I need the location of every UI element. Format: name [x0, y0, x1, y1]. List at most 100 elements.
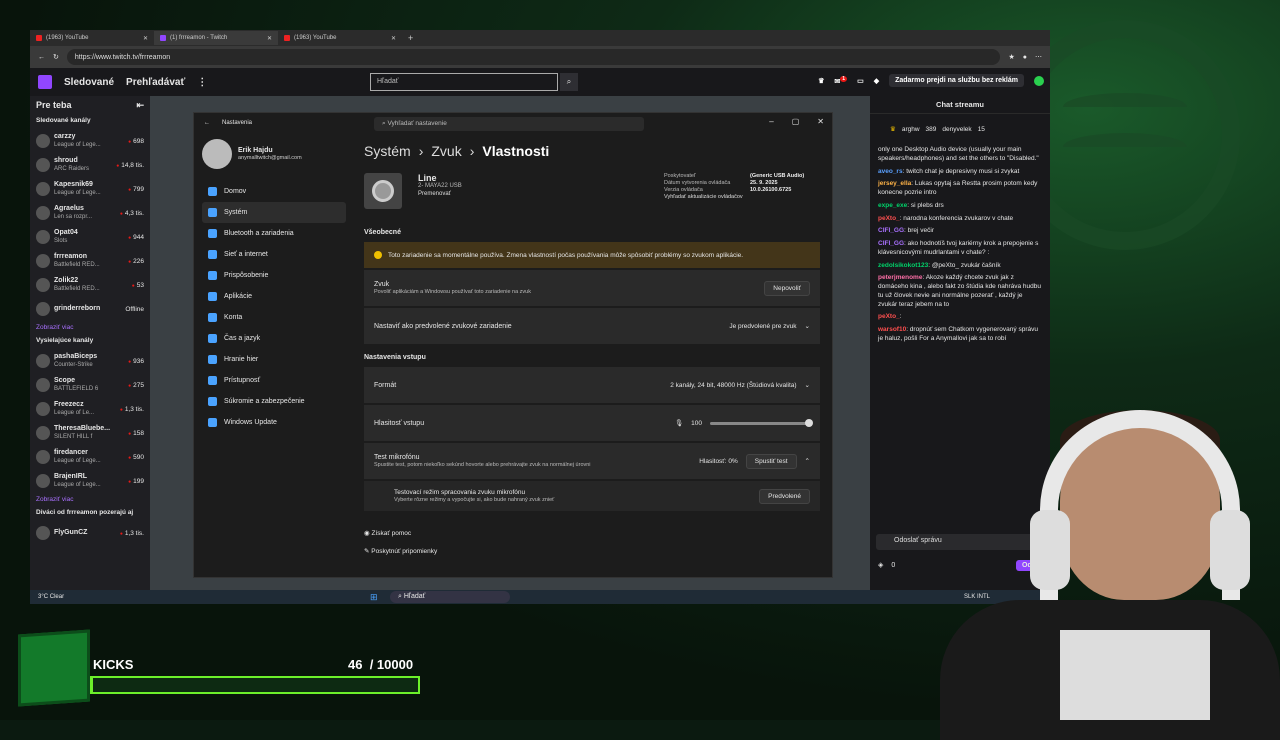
- chat-text: : @peXto_ zvukár čašník: [928, 261, 1001, 269]
- chat-username[interactable]: zedolsikokot123: [878, 262, 928, 269]
- sidebar-channel[interactable]: Opat04Slots 944: [36, 225, 144, 249]
- avatar[interactable]: [1034, 75, 1044, 86]
- browser-tab[interactable]: (1963) YouTube ✕: [278, 31, 402, 45]
- show-more-link[interactable]: Zobraziť viac: [36, 324, 144, 331]
- chevron-up-icon[interactable]: ⌃: [805, 457, 810, 465]
- browser-tab[interactable]: (1963) YouTube ✕: [30, 31, 154, 45]
- nav-label: Systém: [224, 209, 248, 216]
- points-icon[interactable]: ◈: [878, 561, 883, 569]
- sidebar-channel[interactable]: Kapesnik69League of Lege... 799: [36, 177, 144, 201]
- format-select[interactable]: 2 kanály, 24 bit, 48000 Hz (Štúdiová kva…: [670, 382, 796, 389]
- settings-nav-item[interactable]: Bluetooth a zariadenia: [202, 223, 346, 244]
- sidebar-channel[interactable]: firedancerLeague of Lege... 590: [36, 445, 144, 469]
- channel-name: shroud: [54, 157, 78, 165]
- sidebar-channel[interactable]: ScopeBATTLEFIELD 6 275: [36, 373, 144, 397]
- back-icon[interactable]: ←: [38, 54, 45, 61]
- minimize-icon[interactable]: –: [769, 117, 773, 126]
- collapse-icon[interactable]: ⇤: [136, 100, 144, 111]
- settings-nav-item[interactable]: Konta: [202, 307, 346, 328]
- sidebar-channel[interactable]: carzzyLeague of Lege... 698: [36, 129, 144, 153]
- gifter[interactable]: arghw: [902, 126, 920, 133]
- twitch-search-input[interactable]: Hľadať: [370, 73, 558, 91]
- crumb-sound[interactable]: Zvuk: [431, 143, 461, 159]
- chat-username[interactable]: peterjmenome: [878, 274, 922, 281]
- gifter[interactable]: denyvelek: [942, 126, 971, 133]
- nav-following[interactable]: Sledované: [64, 77, 114, 88]
- chat-username[interactable]: peXto_: [878, 215, 900, 222]
- browser-tab-active[interactable]: (1) frrreamon - Twitch ✕: [154, 31, 278, 45]
- menu-icon[interactable]: ⋯: [1035, 53, 1042, 61]
- default-select[interactable]: Je predvolené pre zvuk: [729, 323, 796, 330]
- windows-start-icon[interactable]: ⊞: [370, 592, 378, 603]
- settings-nav-item[interactable]: Domov: [202, 181, 346, 202]
- chat-username[interactable]: jersey_ella: [878, 180, 911, 187]
- chat-username[interactable]: expe_exe: [878, 202, 907, 209]
- chat-username[interactable]: CIFI_GG: [878, 240, 904, 247]
- twitch-logo-icon[interactable]: [38, 75, 52, 89]
- microphone-icon: 🎙: [674, 420, 684, 427]
- reload-icon[interactable]: ↻: [53, 53, 59, 61]
- maximize-icon[interactable]: ▢: [792, 117, 800, 126]
- sidebar-channel[interactable]: frrreamonBattlefield RED... 226: [36, 249, 144, 273]
- settings-nav-item[interactable]: Sieť a internet: [202, 244, 346, 265]
- settings-nav-item[interactable]: Windows Update: [202, 412, 346, 433]
- language-indicator[interactable]: SLK INTL: [964, 594, 990, 600]
- sidebar-channel[interactable]: AgraelusLen sa rozpr... 4,3 tis.: [36, 201, 144, 225]
- sidebar-channel[interactable]: pashaBicepsCounter-Strike 936: [36, 349, 144, 373]
- show-more-link[interactable]: Zobraziť viac: [36, 496, 144, 503]
- chat-username[interactable]: peXto_: [878, 313, 900, 320]
- star-icon[interactable]: ★: [1008, 53, 1014, 61]
- settings-nav-item[interactable]: Súkromie a zabezpečenie: [202, 391, 346, 412]
- close-icon[interactable]: ✕: [267, 35, 272, 42]
- profile-icon[interactable]: ●: [1023, 54, 1027, 61]
- more-icon[interactable]: ⋮: [197, 77, 207, 88]
- sidebar-channel[interactable]: FreezeczLeague of Le... 1,3 tis.: [36, 397, 144, 421]
- settings-nav-item[interactable]: Aplikácie: [202, 286, 346, 307]
- audio-desc: Povoliť aplikáciám a Windowsu používať t…: [374, 289, 531, 295]
- chat-message: warsof10: dropnúť sem Chatkom vygenerova…: [878, 326, 1042, 344]
- sidebar-channel[interactable]: BrajenIRLLeague of Lege... 199: [36, 469, 144, 493]
- sidebar-channel[interactable]: grinderreborn Offline: [36, 297, 144, 321]
- chat-username[interactable]: aveo_rs: [878, 168, 903, 175]
- weather-widget[interactable]: 3°C Clear: [38, 594, 64, 600]
- new-tab-icon[interactable]: +: [408, 33, 413, 43]
- volume-slider[interactable]: [710, 418, 813, 427]
- sidebar-channel[interactable]: Zolik22Battlefield RED... 53: [36, 273, 144, 297]
- sidebar-channel[interactable]: TheresaBluebe...SILENT HILL f 158: [36, 421, 144, 445]
- close-icon[interactable]: ✕: [391, 35, 396, 42]
- settings-nav-item[interactable]: Systém: [202, 202, 346, 223]
- help-link[interactable]: Získať pomoc: [371, 530, 411, 537]
- taskbar-search[interactable]: ⌕ Hľadať: [390, 591, 510, 603]
- close-icon[interactable]: ✕: [143, 35, 148, 42]
- crown-icon[interactable]: ♛: [818, 77, 824, 85]
- settings-search-input[interactable]: ⌕ Vyhľadať nastavenie: [374, 117, 644, 131]
- chat-username[interactable]: warsof10: [878, 326, 906, 333]
- bits-icon[interactable]: ◆: [874, 77, 879, 85]
- nav-browse[interactable]: Prehľadávať: [126, 77, 185, 88]
- rename-link[interactable]: Premenovať: [418, 191, 462, 197]
- settings-nav-item[interactable]: Prispôsobenie: [202, 265, 346, 286]
- whispers-icon[interactable]: ▭: [857, 77, 864, 85]
- settings-nav-item[interactable]: Prístupnosť: [202, 370, 346, 391]
- back-icon[interactable]: ←: [204, 120, 210, 126]
- start-test-button[interactable]: Spustiť test: [745, 453, 797, 469]
- avatar: [36, 402, 50, 416]
- user-email: anymalltwitch@gmail.com: [238, 155, 302, 161]
- sidebar-channel[interactable]: shroudARC Raiders 14,8 tis.: [36, 153, 144, 177]
- mode-select[interactable]: Predvolené: [759, 488, 810, 504]
- provider-label: Poskytovateľ: [664, 173, 696, 179]
- url-input[interactable]: https://www.twitch.tv/frrreamon: [66, 49, 1001, 65]
- search-icon[interactable]: ⌕: [560, 73, 578, 91]
- premium-button[interactable]: Zadarmo prejdi na službu bez reklám: [889, 74, 1024, 87]
- crumb-system[interactable]: Systém: [364, 143, 411, 159]
- volume-value: 100: [691, 419, 702, 427]
- disallow-button[interactable]: Nepovoliť: [764, 280, 810, 296]
- settings-nav-item[interactable]: Čas a jazyk: [202, 328, 346, 349]
- close-icon[interactable]: ✕: [817, 117, 824, 126]
- settings-nav-item[interactable]: Hranie hier: [202, 349, 346, 370]
- inbox-icon[interactable]: ✉ 1: [834, 75, 848, 85]
- update-drivers-link[interactable]: Vyhľadať aktualizácie ovládačov: [664, 194, 820, 200]
- chat-username[interactable]: CIFI_GG: [878, 227, 904, 234]
- feedback-link[interactable]: Poskytnúť pripomienky: [371, 548, 437, 555]
- sidebar-channel[interactable]: FlyGunCZ 1,3 tis.: [36, 521, 144, 545]
